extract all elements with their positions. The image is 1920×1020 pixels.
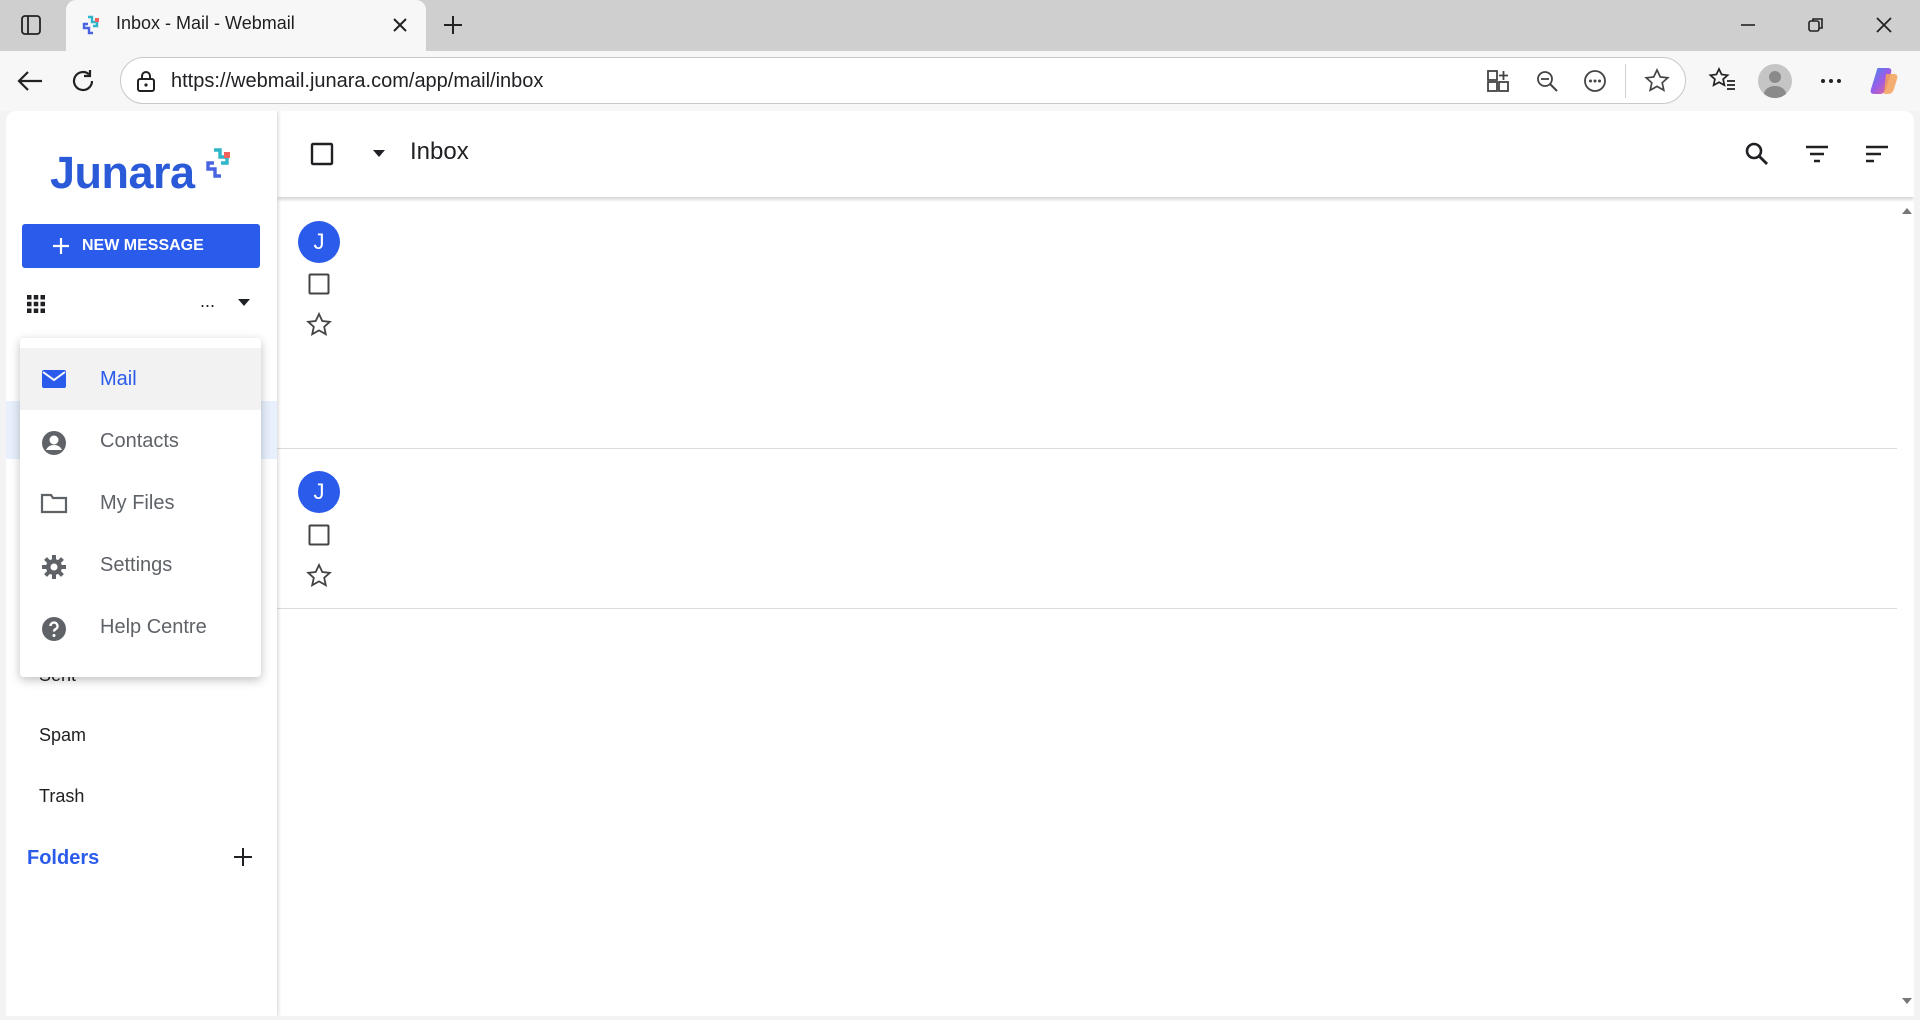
message-checkbox[interactable] xyxy=(308,273,330,295)
tab-actions-icon[interactable] xyxy=(18,12,44,38)
menu-item-mail[interactable]: Mail xyxy=(20,348,261,410)
mail-icon xyxy=(40,367,68,391)
restore-icon[interactable] xyxy=(1806,15,1826,35)
app-switcher-menu: Mail Contacts My Files Settings Help Cen… xyxy=(20,338,261,677)
sort-icon[interactable] xyxy=(1864,142,1890,166)
profile-avatar[interactable] xyxy=(1758,64,1792,98)
logo-mark-icon xyxy=(203,147,233,179)
star-icon[interactable] xyxy=(306,312,332,338)
favorite-star-icon[interactable] xyxy=(1644,68,1670,94)
new-message-label: NEW MESSAGE xyxy=(82,237,204,254)
address-divider xyxy=(1625,64,1626,98)
scrollbar[interactable] xyxy=(1898,197,1914,1016)
menu-item-label: My Files xyxy=(100,492,175,514)
lock-icon[interactable] xyxy=(135,69,157,93)
menu-item-label: Contacts xyxy=(100,430,179,452)
menu-item-label: Help Centre xyxy=(100,616,207,638)
sidebar-item-spam[interactable]: Spam xyxy=(39,725,86,746)
sidebar-item-trash[interactable]: Trash xyxy=(39,786,84,807)
browser-toolbar: https://webmail.junara.com/app/mail/inbo… xyxy=(0,51,1920,111)
browser-tab-bar: Inbox - Mail - Webmail xyxy=(0,0,1920,51)
page-title: Inbox xyxy=(410,138,469,165)
sender-avatar: J xyxy=(298,471,340,513)
app-switcher-row[interactable]: ... xyxy=(6,281,277,325)
avatar-letter: J xyxy=(313,479,325,504)
new-message-button[interactable]: NEW MESSAGE xyxy=(22,224,260,268)
select-all-checkbox[interactable] xyxy=(310,142,334,166)
chevron-down-icon[interactable] xyxy=(237,298,251,308)
menu-item-contacts[interactable]: Contacts xyxy=(20,410,261,472)
junara-logo[interactable]: Junara xyxy=(50,147,195,199)
url-text: https://webmail.junara.com/app/mail/inbo… xyxy=(171,70,544,92)
reload-icon[interactable] xyxy=(70,68,96,94)
back-icon[interactable] xyxy=(16,68,44,94)
sender-avatar: J xyxy=(298,221,340,263)
gear-icon xyxy=(40,553,68,581)
folder-icon xyxy=(40,491,68,515)
scroll-down-arrow-icon[interactable] xyxy=(1901,997,1913,1005)
site-favicon-icon xyxy=(80,14,102,36)
browser-tab[interactable]: Inbox - Mail - Webmail xyxy=(66,0,426,51)
minimize-icon[interactable] xyxy=(1738,15,1758,35)
message-row[interactable]: J xyxy=(277,197,1897,449)
menu-item-my-files[interactable]: My Files xyxy=(20,472,261,534)
message-row[interactable]: J xyxy=(277,449,1897,609)
mail-main-panel: Inbox J J xyxy=(277,111,1914,1016)
menu-item-help-centre[interactable]: Help Centre xyxy=(20,596,261,658)
account-circle-icon xyxy=(40,429,68,457)
plus-icon xyxy=(52,237,70,255)
address-bar[interactable]: https://webmail.junara.com/app/mail/inbo… xyxy=(120,57,1686,104)
scroll-up-arrow-icon[interactable] xyxy=(1901,207,1913,215)
close-tab-icon[interactable] xyxy=(390,15,410,35)
avatar-letter: J xyxy=(313,229,325,254)
app-available-icon[interactable] xyxy=(1486,69,1510,93)
add-folder-icon[interactable] xyxy=(232,846,254,868)
help-icon xyxy=(40,615,68,643)
folders-label: Folders xyxy=(27,847,100,869)
zoom-out-icon[interactable] xyxy=(1535,69,1559,93)
search-icon[interactable] xyxy=(1744,141,1770,167)
logo-text: Junara xyxy=(50,147,195,198)
favorites-icon[interactable] xyxy=(1708,67,1736,93)
message-checkbox[interactable] xyxy=(308,524,330,546)
menu-item-label: Mail xyxy=(100,368,137,390)
copilot-icon[interactable] xyxy=(1868,64,1902,98)
apps-grid-icon[interactable] xyxy=(26,294,46,314)
close-window-icon[interactable] xyxy=(1874,15,1894,35)
sidebar-item-label: Spam xyxy=(39,725,87,745)
settings-more-icon[interactable] xyxy=(1818,68,1844,94)
new-tab-icon[interactable] xyxy=(441,13,465,37)
more-page-options-icon[interactable] xyxy=(1583,69,1607,93)
page-viewport: Junara NEW MESSAGE ... Sent Spam xyxy=(6,111,1914,1016)
select-options-chevron-icon[interactable] xyxy=(372,149,386,159)
menu-item-label: Settings xyxy=(100,554,173,576)
tab-title: Inbox - Mail - Webmail xyxy=(116,13,295,33)
folders-heading[interactable]: Folders xyxy=(27,847,99,870)
account-label: ... xyxy=(200,291,216,311)
filter-icon[interactable] xyxy=(1804,142,1830,166)
menu-item-settings[interactable]: Settings xyxy=(20,534,261,596)
mail-list-header: Inbox xyxy=(277,111,1914,197)
star-icon[interactable] xyxy=(306,563,332,589)
sidebar-item-label: Trash xyxy=(39,786,85,806)
